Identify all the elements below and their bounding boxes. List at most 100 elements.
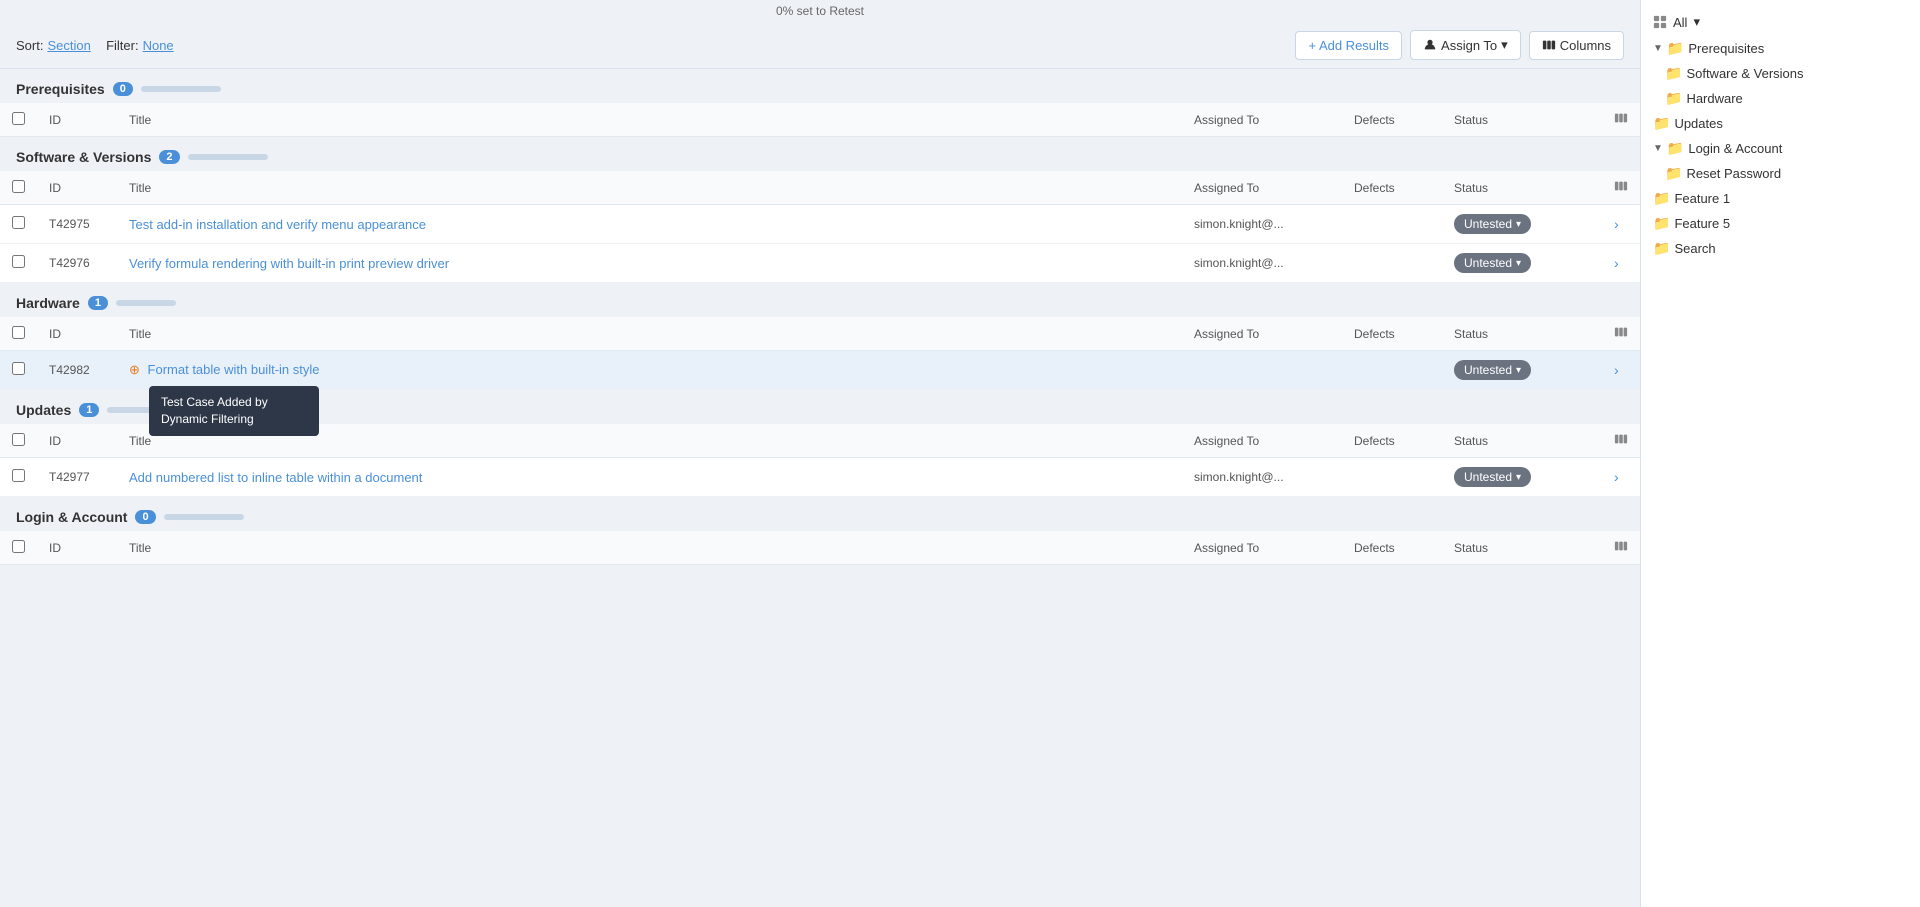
sidebar: All ▾ ▼ 📁 Prerequisites 📁 Software & Ver… bbox=[1640, 0, 1920, 907]
chevron-right-T42977[interactable]: › bbox=[1614, 469, 1619, 485]
row-defects-T42975 bbox=[1342, 205, 1442, 244]
badge-updates: 1 bbox=[79, 403, 99, 417]
chevron-down-T42977: ▾ bbox=[1516, 472, 1521, 483]
col-header-id-sw: ID bbox=[37, 171, 117, 205]
sidebar-label-feature5: Feature 5 bbox=[1674, 216, 1730, 231]
columns-settings-icon-sw[interactable] bbox=[1614, 179, 1628, 193]
table-row: T42977 Add numbered list to inline table… bbox=[0, 458, 1640, 497]
sidebar-label-feature1: Feature 1 bbox=[1674, 191, 1730, 206]
status-badge-T42977[interactable]: Untested ▾ bbox=[1454, 467, 1531, 487]
assign-to-button[interactable]: Assign To ▾ bbox=[1410, 30, 1521, 60]
row-id-T42976: T42976 bbox=[37, 244, 117, 283]
columns-settings-icon-updates[interactable] bbox=[1614, 432, 1628, 446]
folder-icon-prerequisites: 📁 bbox=[1667, 40, 1684, 57]
sort-label: Sort: bbox=[16, 38, 43, 53]
col-actions-sw bbox=[1602, 171, 1640, 205]
badge-login: 0 bbox=[135, 510, 155, 524]
section-title-updates: Updates bbox=[16, 402, 71, 418]
select-all-updates[interactable] bbox=[12, 433, 25, 446]
col-header-status: Status bbox=[1442, 103, 1602, 137]
row-check-T42977[interactable] bbox=[12, 469, 25, 482]
sidebar-header: All ▾ bbox=[1641, 8, 1920, 36]
columns-settings-icon-login[interactable] bbox=[1614, 539, 1628, 553]
row-status-T42982: Untested ▾ bbox=[1442, 351, 1602, 390]
row-title-link-T42982[interactable]: Format table with built-in style bbox=[148, 362, 320, 377]
tooltip-container-T42982: ⊕ Format table with built-in style Test … bbox=[129, 362, 319, 378]
folder-icon-hw: 📁 bbox=[1665, 90, 1682, 107]
col-header-status-login: Status bbox=[1442, 531, 1602, 565]
select-all-login[interactable] bbox=[12, 540, 25, 553]
chevron-down-T42982: ▾ bbox=[1516, 365, 1521, 376]
folder-icon-search: 📁 bbox=[1653, 240, 1670, 257]
col-header-title-login: Title bbox=[117, 531, 1182, 565]
sidebar-item-sw-versions[interactable]: 📁 Software & Versions bbox=[1641, 61, 1920, 86]
col-header-title-sw: Title bbox=[117, 171, 1182, 205]
columns-settings-icon-hw[interactable] bbox=[1614, 325, 1628, 339]
sidebar-item-feature5[interactable]: 📁 Feature 5 bbox=[1641, 211, 1920, 236]
col-header-assigned-hw: Assigned To bbox=[1182, 317, 1342, 351]
row-title-T42976: Verify formula rendering with built-in p… bbox=[117, 244, 1182, 283]
sidebar-item-login-account[interactable]: ▼ 📁 Login & Account bbox=[1641, 136, 1920, 161]
sidebar-item-search[interactable]: 📁 Search bbox=[1641, 236, 1920, 261]
row-check-T42982[interactable] bbox=[12, 362, 25, 375]
section-updates: Updates 1 bbox=[0, 390, 1640, 424]
filter-label: Filter: bbox=[106, 38, 139, 53]
badge-prerequisites: 0 bbox=[113, 82, 133, 96]
row-status-T42976: Untested ▾ bbox=[1442, 244, 1602, 283]
section-hardware: Hardware 1 bbox=[0, 283, 1640, 317]
chevron-right-T42976[interactable]: › bbox=[1614, 255, 1619, 271]
row-id-T42982: T42982 bbox=[37, 351, 117, 390]
badge-sw: 2 bbox=[159, 150, 179, 164]
sidebar-label-sw: Software & Versions bbox=[1686, 66, 1803, 81]
status-badge-T42976[interactable]: Untested ▾ bbox=[1454, 253, 1531, 273]
chevron-right-T42982[interactable]: › bbox=[1614, 362, 1619, 378]
filter-value[interactable]: None bbox=[143, 38, 174, 53]
sidebar-dropdown-icon[interactable]: ▾ bbox=[1693, 14, 1700, 30]
col-header-defects-login: Defects bbox=[1342, 531, 1442, 565]
sidebar-all-label[interactable]: All bbox=[1673, 15, 1687, 30]
row-check-T42975[interactable] bbox=[12, 216, 25, 229]
sidebar-item-feature1[interactable]: 📁 Feature 1 bbox=[1641, 186, 1920, 211]
folder-icon-updates: 📁 bbox=[1653, 115, 1670, 132]
columns-button[interactable]: Columns bbox=[1529, 31, 1624, 60]
row-assigned-T42982 bbox=[1182, 351, 1342, 390]
row-id-T42977: T42977 bbox=[37, 458, 117, 497]
status-badge-T42975[interactable]: Untested ▾ bbox=[1454, 214, 1531, 234]
table-prerequisites: ID Title Assigned To Defects Status bbox=[0, 103, 1640, 137]
col-header-id-hw: ID bbox=[37, 317, 117, 351]
content-area: Prerequisites 0 ID Title Assigned To Def… bbox=[0, 69, 1640, 907]
folder-icon-sw: 📁 bbox=[1665, 65, 1682, 82]
row-status-T42977: Untested ▾ bbox=[1442, 458, 1602, 497]
table-sw: ID Title Assigned To Defects Status T429… bbox=[0, 171, 1640, 283]
col-header-id-updates: ID bbox=[37, 424, 117, 458]
sidebar-label-prerequisites: Prerequisites bbox=[1688, 41, 1764, 56]
dynamic-filter-icon: ⊕ bbox=[129, 362, 140, 377]
col-header-title-updates: Title bbox=[117, 424, 1182, 458]
toolbar-buttons: + Add Results Assign To ▾ Columns bbox=[1295, 30, 1624, 60]
progress-updates bbox=[107, 407, 167, 413]
columns-settings-icon[interactable] bbox=[1614, 111, 1628, 125]
table-login: ID Title Assigned To Defects Status bbox=[0, 531, 1640, 565]
select-all-prerequisites[interactable] bbox=[12, 112, 25, 125]
sidebar-label-hw: Hardware bbox=[1686, 91, 1742, 106]
col-header-defects-updates: Defects bbox=[1342, 424, 1442, 458]
add-results-button[interactable]: + Add Results bbox=[1295, 31, 1402, 60]
col-header-status-hw: Status bbox=[1442, 317, 1602, 351]
select-all-hw[interactable] bbox=[12, 326, 25, 339]
row-title-T42982: ⊕ Format table with built-in style Test … bbox=[117, 351, 1182, 390]
row-defects-T42976 bbox=[1342, 244, 1442, 283]
sidebar-item-prerequisites[interactable]: ▼ 📁 Prerequisites bbox=[1641, 36, 1920, 61]
sidebar-item-updates[interactable]: 📁 Updates bbox=[1641, 111, 1920, 136]
status-badge-T42982[interactable]: Untested ▾ bbox=[1454, 360, 1531, 380]
sidebar-item-reset-password[interactable]: 📁 Reset Password bbox=[1641, 161, 1920, 186]
sidebar-item-hardware[interactable]: 📁 Hardware bbox=[1641, 86, 1920, 111]
chevron-right-T42975[interactable]: › bbox=[1614, 216, 1619, 232]
row-check-T42976[interactable] bbox=[12, 255, 25, 268]
sort-filter-bar: Sort: Section Filter: None bbox=[16, 38, 1287, 53]
col-header-defects: Defects bbox=[1342, 103, 1442, 137]
sort-value[interactable]: Section bbox=[47, 38, 90, 53]
triangle-prerequisites: ▼ bbox=[1653, 43, 1663, 54]
select-all-sw[interactable] bbox=[12, 180, 25, 193]
row-actions-T42982: › bbox=[1602, 351, 1640, 390]
row-defects-T42982 bbox=[1342, 351, 1442, 390]
